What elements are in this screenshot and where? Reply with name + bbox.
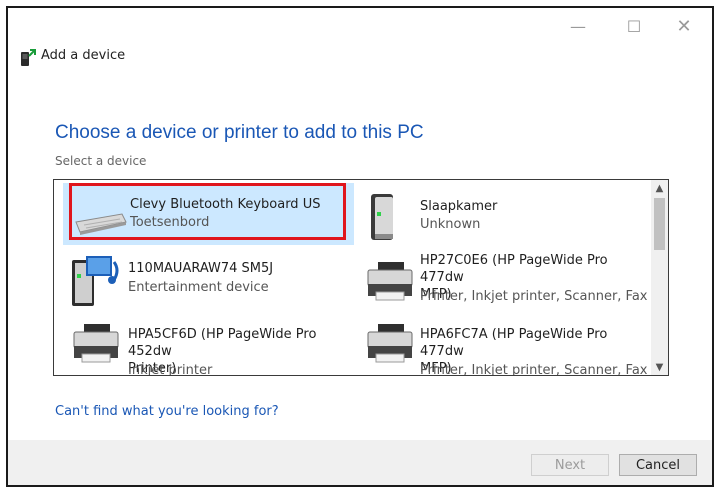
device-type: Printer, Inkjet printer, Scanner, Fax: [420, 289, 648, 304]
printer-icon: [367, 262, 413, 301]
scrollbar-thumb[interactable]: [654, 198, 665, 250]
device-name: Slaapkamer: [420, 199, 498, 214]
add-device-window: — ☐ ✕ Add a device Choose a device or pr…: [6, 6, 714, 487]
vertical-scrollbar[interactable]: ▲ ▼: [651, 180, 668, 375]
add-device-icon: [21, 49, 36, 66]
printer-icon: [73, 324, 119, 363]
select-device-label: Select a device: [55, 154, 147, 168]
device-type: Unknown: [420, 217, 481, 232]
page-title: Choose a device or printer to add to thi…: [55, 122, 424, 143]
device-type: Entertainment device: [128, 280, 269, 295]
minimize-button[interactable]: —: [558, 14, 598, 38]
media-device-icon: [72, 256, 119, 306]
scroll-up-icon[interactable]: ▲: [651, 180, 668, 196]
device-item-hp27c0e6[interactable]: HP27C0E6 (HP PageWide Pro 477dw MFP) Pri…: [362, 252, 652, 308]
next-button[interactable]: Next: [531, 454, 609, 476]
device-item-slaapkamer[interactable]: Slaapkamer Unknown: [362, 188, 642, 244]
cancel-button[interactable]: Cancel: [619, 454, 697, 476]
device-item-media[interactable]: 110MAUARAW74 SM5J Entertainment device: [68, 252, 348, 308]
printer-icon: [367, 324, 413, 363]
scroll-down-icon[interactable]: ▼: [651, 359, 668, 375]
selection-highlight-box: [69, 183, 346, 240]
cant-find-link[interactable]: Can't find what you're looking for?: [55, 404, 279, 419]
maximize-button[interactable]: ☐: [614, 14, 654, 38]
window-title: Add a device: [41, 48, 126, 63]
device-item-hpa6fc7a[interactable]: HPA6FC7A (HP PageWide Pro 477dw MFP) Pri…: [362, 314, 652, 375]
device-type: Inkjet printer: [128, 363, 213, 376]
device-item-hpa5cf6d[interactable]: HPA5CF6D (HP PageWide Pro 452dw Printer)…: [68, 314, 358, 375]
close-button[interactable]: ✕: [664, 14, 704, 38]
computer-tower-icon: [371, 194, 393, 240]
device-name: 110MAUARAW74 SM5J: [128, 261, 274, 276]
device-list[interactable]: Clevy Bluetooth Keyboard US Toetsenbord …: [53, 179, 669, 376]
device-type: Printer, Inkjet printer, Scanner, Fax: [420, 363, 648, 376]
footer-bar: Next Cancel: [8, 440, 712, 485]
